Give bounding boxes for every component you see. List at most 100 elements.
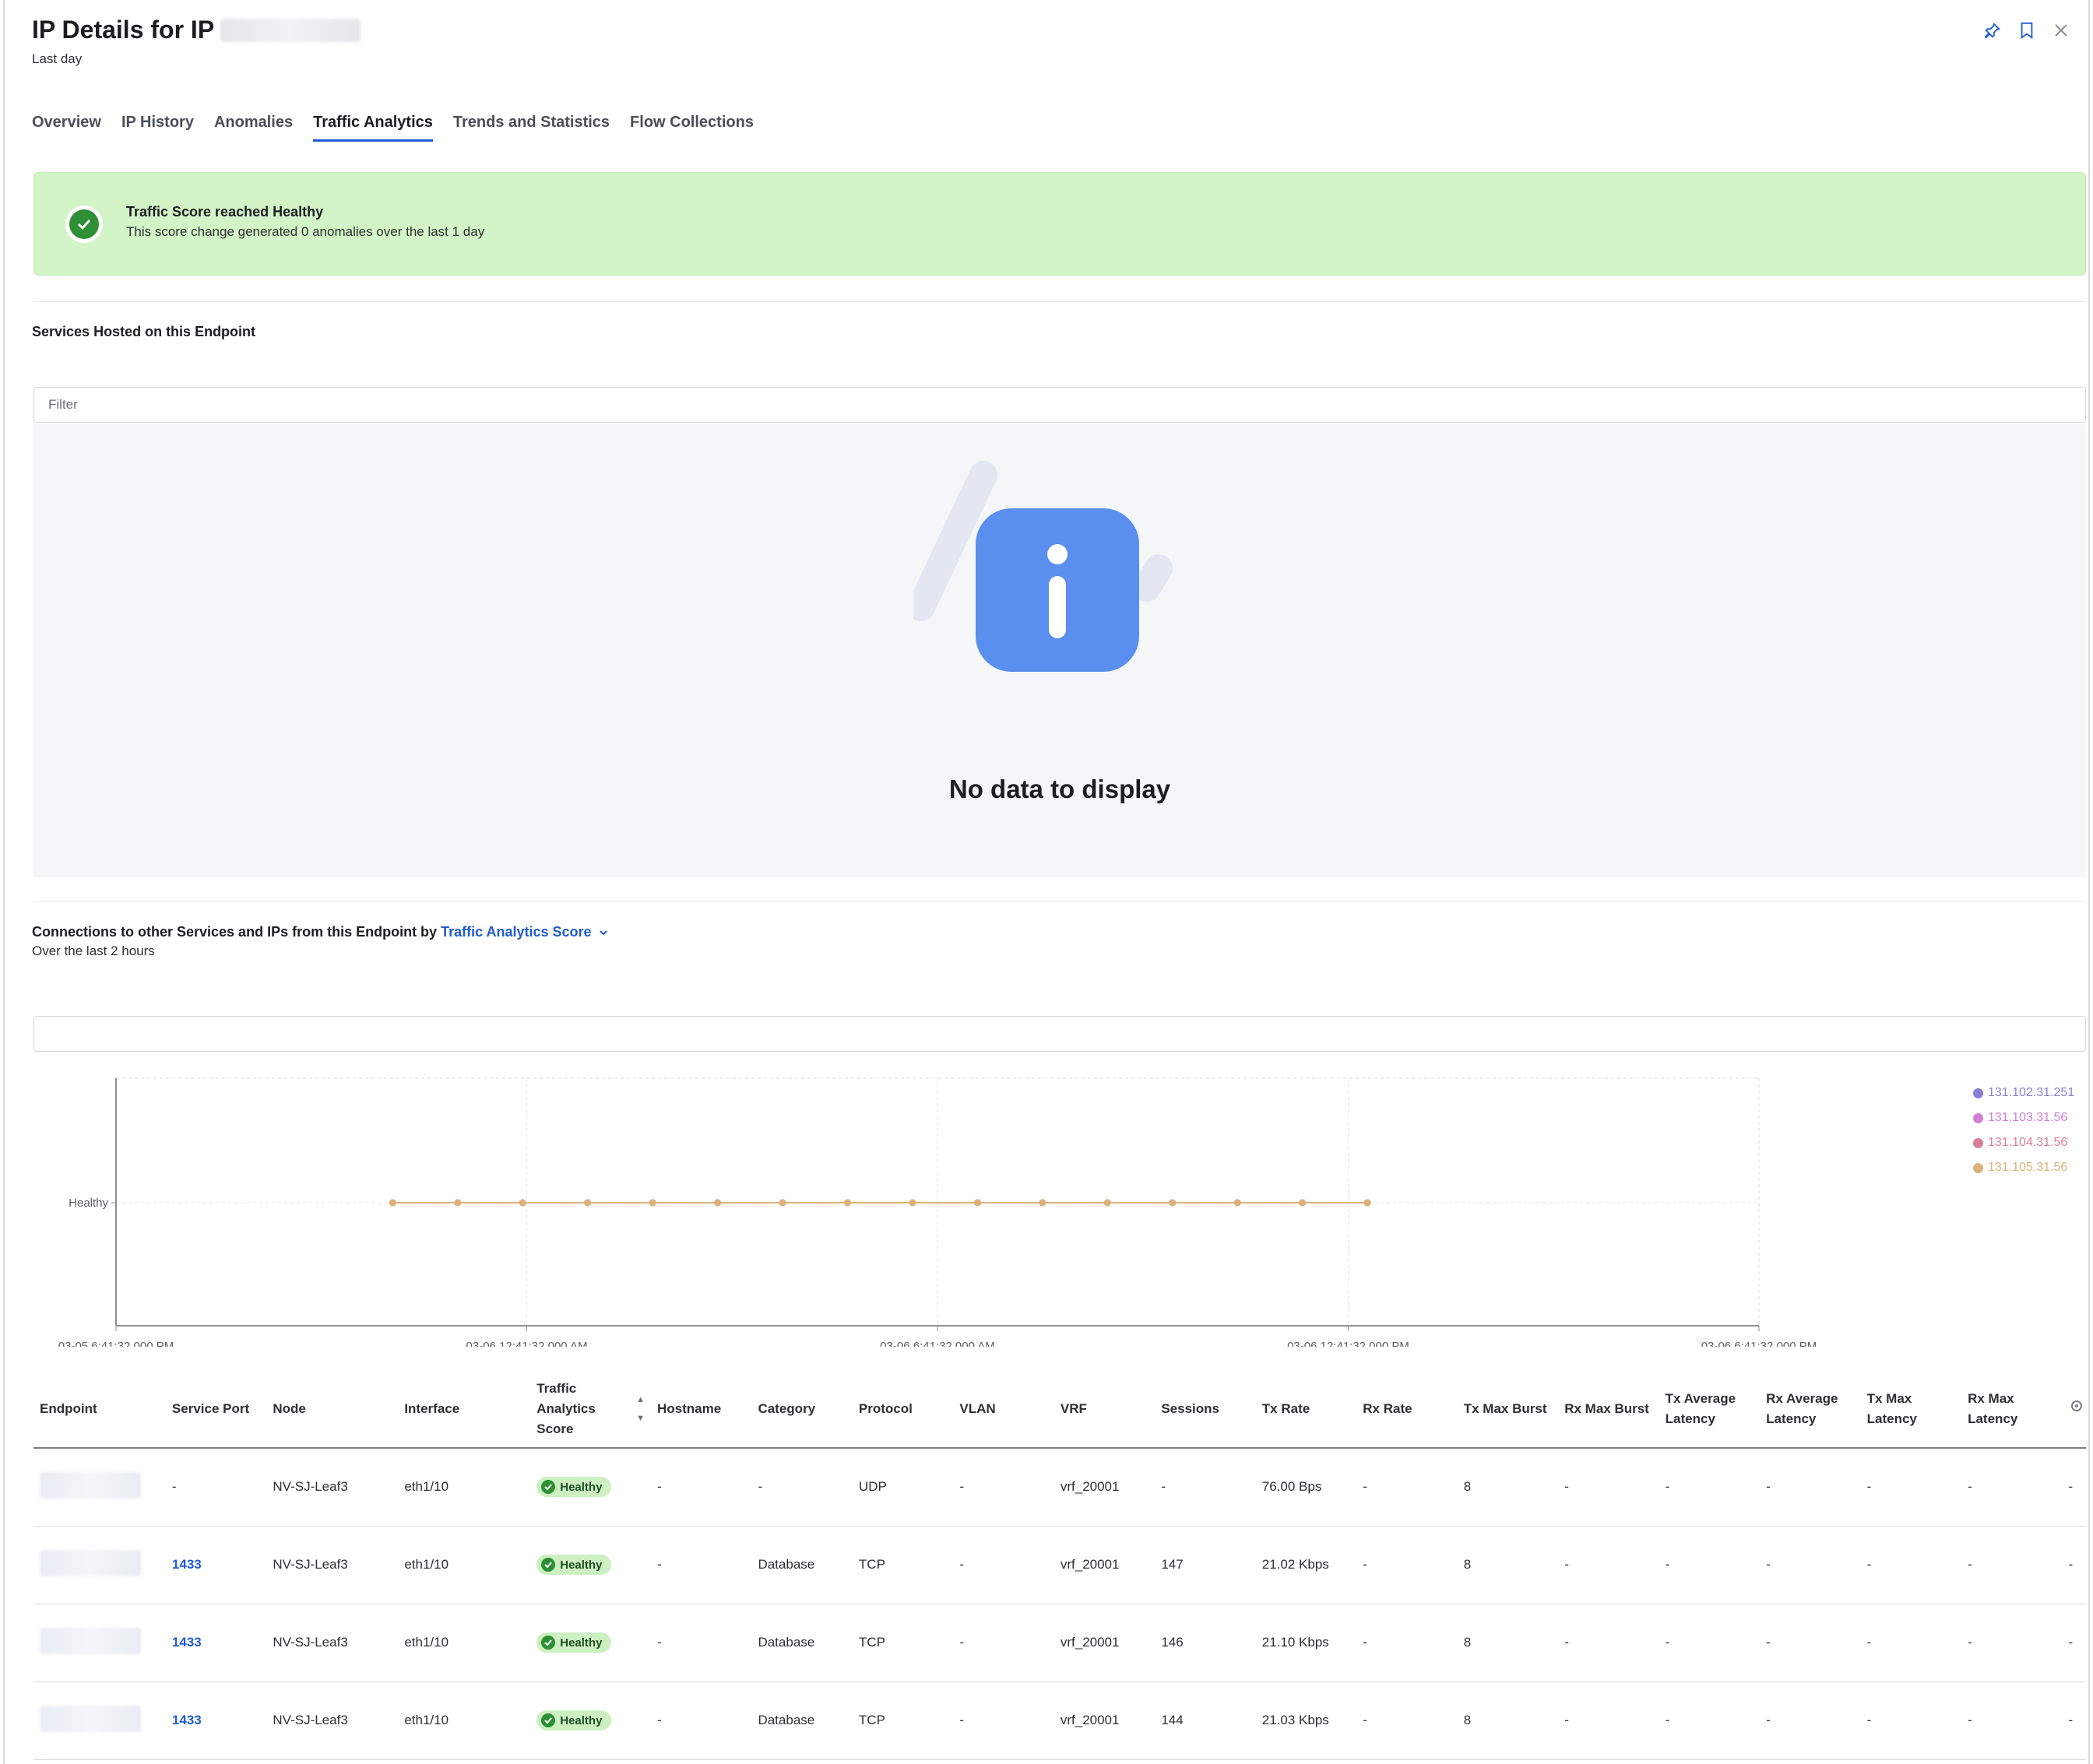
protocol-cell: TCP <box>852 1681 954 1760</box>
tx-max-lat-cell: - <box>1860 1526 1962 1604</box>
endpoint-cell[interactable] <box>33 1604 166 1682</box>
gear-icon[interactable] <box>2069 1398 2084 1414</box>
column-header[interactable]: Tx Max Latency <box>1860 1370 1962 1449</box>
legend-label: 131.104.31.56 <box>1988 1136 2068 1149</box>
legend-item[interactable]: 131.103.31.56 <box>1973 1105 2074 1130</box>
rx-max-lat-cell: - <box>1961 1604 2063 1682</box>
tab-overview[interactable]: Overview <box>32 114 101 142</box>
services-filter-input[interactable] <box>34 388 2085 422</box>
rx-max-burst-cell: - <box>1558 1448 1659 1527</box>
tx-avg-lat-cell: - <box>1659 1604 1761 1682</box>
metric-selector-label[interactable]: Traffic Analytics Score <box>441 924 591 940</box>
service-port-link[interactable]: 1433 <box>172 1713 202 1727</box>
endpoint-cell[interactable] <box>33 1448 166 1527</box>
column-header[interactable]: Rx Max Burst <box>1558 1370 1659 1449</box>
extra-cell: - <box>2062 1448 2086 1527</box>
data-point <box>779 1199 786 1207</box>
tab-ip-history[interactable]: IP History <box>121 114 194 142</box>
column-header[interactable]: Tx Max Burst <box>1457 1370 1559 1449</box>
column-settings[interactable] <box>2062 1370 2086 1449</box>
tx-max-burst-cell: 8 <box>1457 1526 1559 1604</box>
legend-item[interactable]: 131.105.31.56 <box>1973 1155 2074 1180</box>
endpoint-redacted[interactable] <box>40 1705 141 1732</box>
column-header[interactable]: Sessions <box>1155 1370 1256 1449</box>
endpoint-cell[interactable] <box>33 1681 166 1760</box>
bookmark-icon[interactable] <box>2017 20 2037 40</box>
column-header[interactable]: Rx Max Latency <box>1961 1370 2063 1449</box>
tx-max-lat-cell: - <box>1860 1448 1962 1527</box>
legend-swatch <box>1973 1137 1983 1148</box>
status-badge-label: Healthy <box>560 1713 603 1727</box>
rx-avg-lat-cell: - <box>1760 1448 1861 1527</box>
tab-traffic-analytics[interactable]: Traffic Analytics <box>313 114 433 142</box>
node-cell: NV-SJ-Leaf3 <box>266 1448 399 1527</box>
score-banner: Traffic Score reached Healthy This score… <box>33 172 2086 276</box>
category-cell: Database <box>751 1604 853 1682</box>
table-row[interactable]: - NV-SJ-Leaf3 eth1/10 Healthy - - UDP - vrf_2000… <box>33 1448 2086 1527</box>
connections-table: Endpoint Service Port Node Interface Tra… <box>33 1370 2086 1760</box>
ip-address-redacted <box>220 18 361 42</box>
info-illustration-icon <box>913 461 1173 672</box>
vlan-cell: - <box>953 1604 1054 1682</box>
data-point <box>389 1199 396 1207</box>
tx-rate-cell: 21.02 Kbps <box>1255 1526 1357 1604</box>
column-header[interactable]: Service Port <box>165 1370 267 1449</box>
data-point <box>973 1199 981 1207</box>
protocol-cell: TCP <box>852 1604 954 1682</box>
status-badge: Healthy <box>536 1710 612 1731</box>
legend-item[interactable]: 131.104.31.56 <box>1973 1130 2074 1155</box>
sessions-cell: 144 <box>1155 1681 1256 1760</box>
column-header[interactable]: Rx Rate <box>1356 1370 1458 1449</box>
column-header[interactable]: Rx Average Latency <box>1760 1370 1861 1449</box>
data-point <box>454 1199 462 1207</box>
endpoint-cell[interactable] <box>33 1526 166 1604</box>
data-point <box>1299 1199 1307 1207</box>
column-header[interactable]: Interface <box>398 1370 531 1449</box>
service-port-link[interactable]: 1433 <box>172 1557 202 1572</box>
x-tick-label: 03-05 6:41:32.000 PM <box>58 1340 174 1347</box>
data-point <box>714 1199 722 1207</box>
column-header[interactable]: VLAN <box>953 1370 1054 1449</box>
service-port-link[interactable]: 1433 <box>172 1635 202 1650</box>
tab-flow-collections[interactable]: Flow Collections <box>630 114 754 142</box>
x-tick-label: 03-06 6:41:32.000 AM <box>880 1340 995 1347</box>
column-header[interactable]: Category <box>751 1370 853 1449</box>
close-icon[interactable] <box>2051 20 2071 40</box>
table-row[interactable]: 1433 NV-SJ-Leaf3 eth1/10 Healthy - Database TC… <box>33 1604 2086 1682</box>
tab-anomalies[interactable]: Anomalies <box>214 114 293 142</box>
tx-max-burst-cell: 8 <box>1457 1604 1559 1682</box>
column-header[interactable]: Hostname <box>650 1370 752 1449</box>
connections-filter-input[interactable] <box>34 1017 2085 1051</box>
endpoint-redacted[interactable] <box>40 1549 141 1576</box>
interface-cell: eth1/10 <box>398 1448 531 1527</box>
tab-bar: Overview IP History Anomalies Traffic An… <box>32 114 754 142</box>
connections-filter[interactable] <box>33 1016 2086 1052</box>
table-row[interactable]: 1433 NV-SJ-Leaf3 eth1/10 Healthy - Database TC… <box>33 1526 2086 1604</box>
sort-icon[interactable]: ▲ ▼ <box>636 1395 645 1423</box>
data-point <box>1103 1199 1111 1207</box>
services-filter[interactable] <box>33 387 2086 423</box>
endpoint-redacted[interactable] <box>40 1627 141 1654</box>
status-badge-label: Healthy <box>560 1558 603 1572</box>
column-header[interactable]: Tx Average Latency <box>1659 1370 1761 1449</box>
column-header[interactable]: Protocol <box>852 1370 954 1449</box>
sessions-cell: - <box>1155 1448 1256 1527</box>
pin-icon[interactable] <box>1982 20 2003 40</box>
interface-cell: eth1/10 <box>398 1681 531 1760</box>
node-cell: NV-SJ-Leaf3 <box>266 1681 399 1760</box>
tab-trends-and-statistics[interactable]: Trends and Statistics <box>453 114 610 142</box>
tx-avg-lat-cell: - <box>1659 1681 1761 1760</box>
endpoint-redacted[interactable] <box>40 1471 141 1499</box>
column-header[interactable]: Endpoint <box>33 1370 166 1449</box>
node-cell: NV-SJ-Leaf3 <box>266 1604 399 1682</box>
metric-selector[interactable]: Traffic Analytics Score <box>441 924 607 940</box>
vrf-cell: vrf_20001 <box>1054 1448 1156 1527</box>
column-header[interactable]: VRF <box>1054 1370 1156 1449</box>
column-header-sorted[interactable]: Traffic Analytics Score ▲ ▼ <box>530 1370 651 1449</box>
column-header[interactable]: Node <box>266 1370 399 1449</box>
legend-item[interactable]: 131.102.31.251 <box>1973 1081 2074 1105</box>
services-empty-state: No data to display <box>33 424 2086 877</box>
column-header[interactable]: Tx Rate <box>1255 1370 1357 1449</box>
table-row[interactable]: 1433 NV-SJ-Leaf3 eth1/10 Healthy - Database TC… <box>33 1681 2086 1760</box>
x-tick-label: 03-06 6:41:32.000 PM <box>1701 1340 1817 1347</box>
